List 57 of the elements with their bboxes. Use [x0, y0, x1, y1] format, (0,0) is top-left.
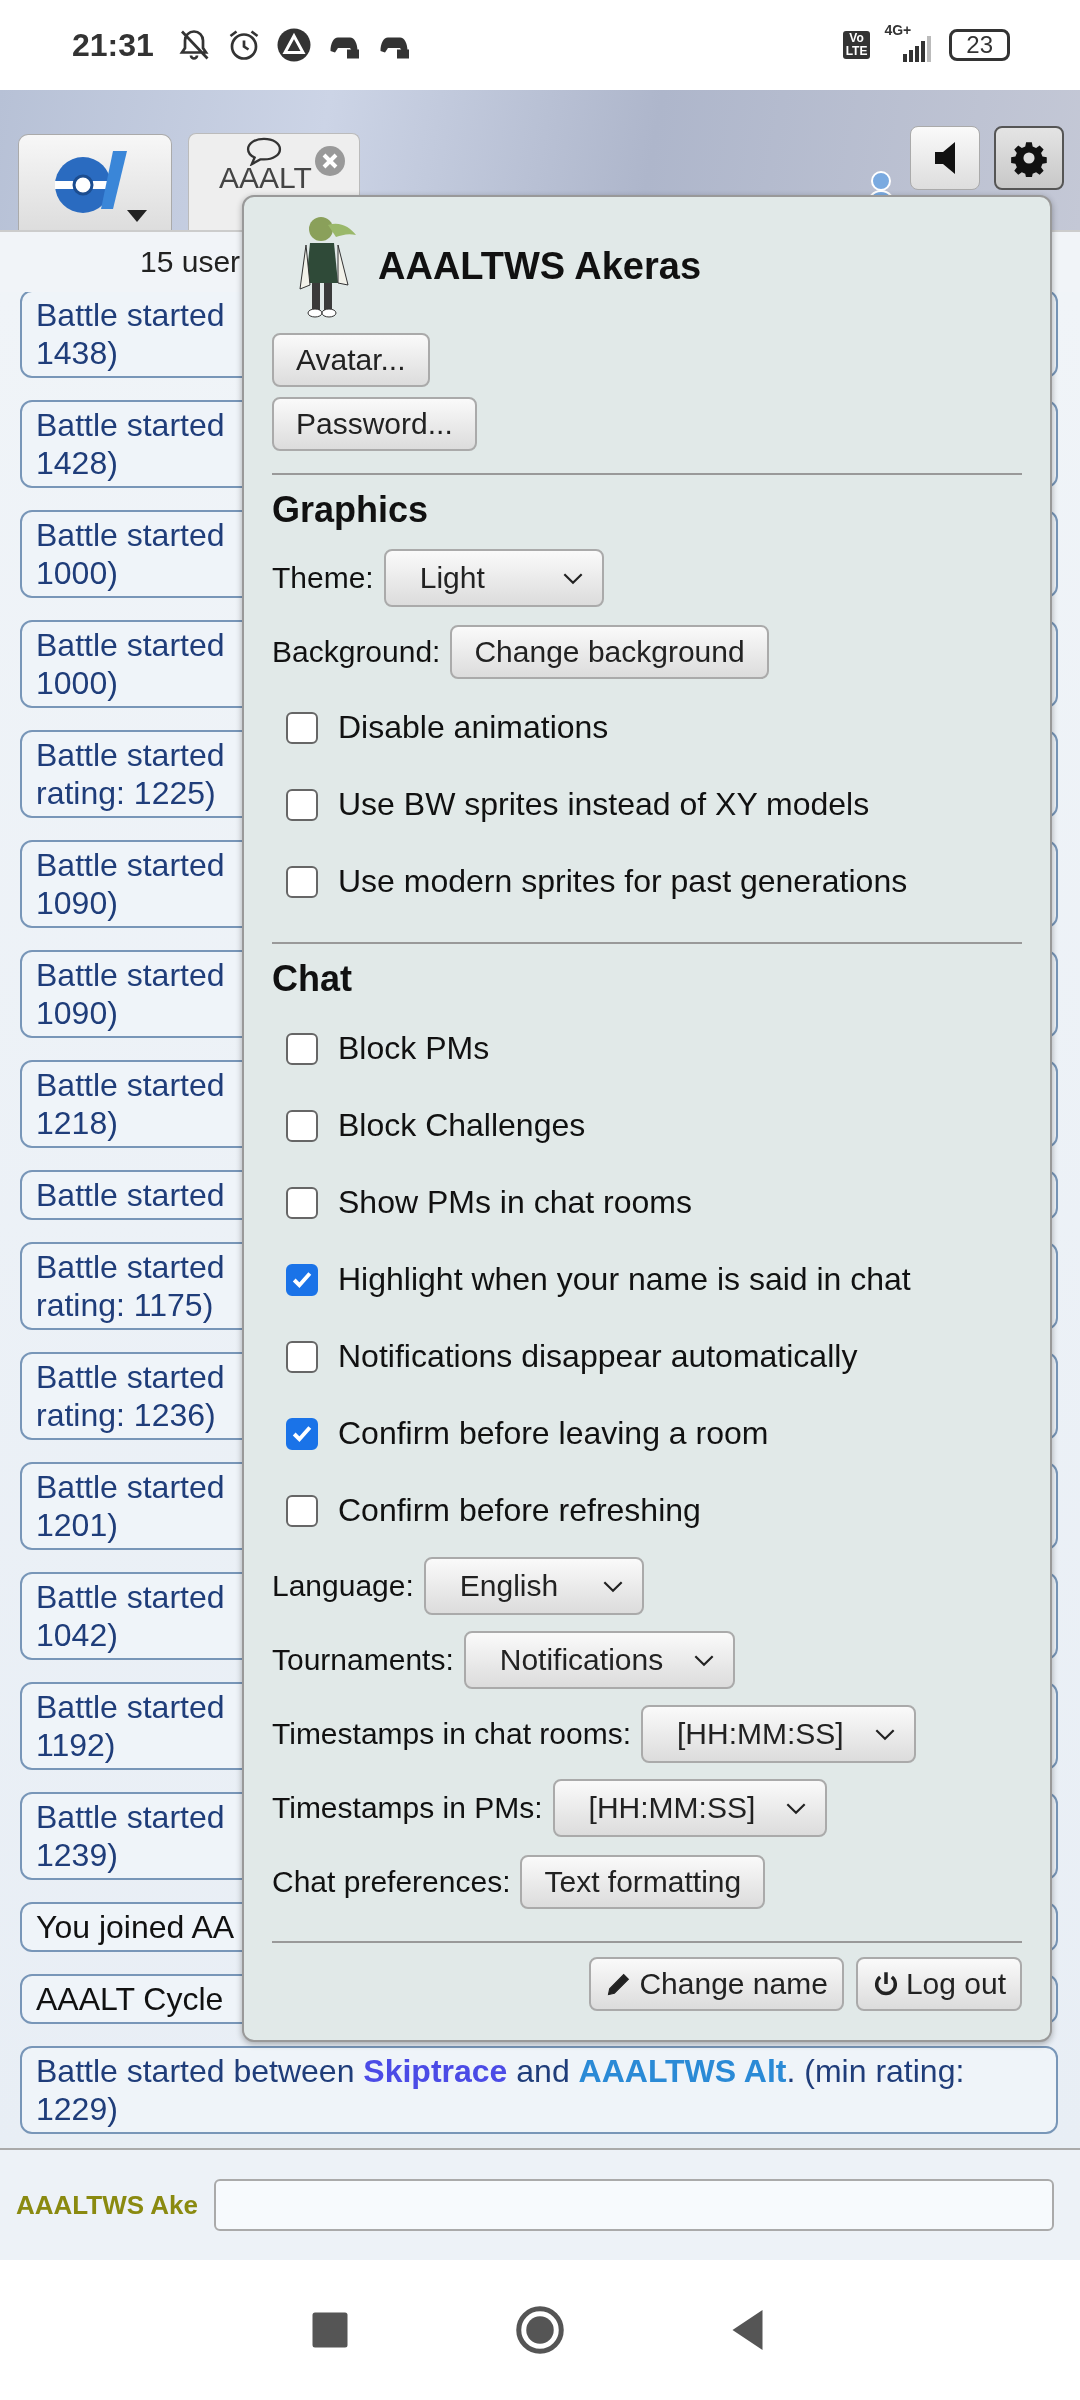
option-button[interactable]: Text formatting [520, 1855, 766, 1909]
chevron-icon [601, 1579, 624, 1593]
field-label: Timestamps in chat rooms: [272, 1717, 631, 1751]
checkbox-label: Block Challenges [338, 1107, 586, 1144]
user-count[interactable]: 15 user [140, 245, 241, 279]
message-input-field[interactable] [214, 2179, 1054, 2231]
option-button[interactable]: Change background [450, 625, 769, 679]
checkbox[interactable] [286, 865, 318, 898]
caret-icon [127, 210, 147, 222]
dropdown[interactable]: [HH:MM:SS] [552, 1779, 828, 1837]
triangle-logo-icon [275, 27, 312, 63]
account-button[interactable]: Avatar... [272, 333, 430, 387]
field-label: Timestamps in PMs: [272, 1791, 543, 1825]
checkbox[interactable] [286, 1032, 318, 1065]
chevron-icon [785, 1801, 808, 1815]
settings-icon [1010, 139, 1048, 177]
room-tab-label: AAALT [219, 162, 312, 194]
checkbox-label: Highlight when your name is said in chat [338, 1261, 911, 1298]
checkbox[interactable] [286, 1263, 318, 1296]
checkbox[interactable] [286, 1417, 318, 1450]
close-icon[interactable] [315, 146, 345, 176]
network-type: 4G+ [884, 22, 912, 38]
profile-username: AAALTWS Akeras [378, 244, 702, 288]
chat-username: AAALTWS Ake [16, 2189, 198, 2221]
speaker-icon [935, 142, 955, 174]
field-label: Background: [272, 635, 441, 669]
checkbox-label: Show PMs in chat rooms [338, 1184, 692, 1221]
main-menu-button[interactable] [18, 134, 172, 230]
checkbox-label: Confirm before refreshing [338, 1492, 701, 1529]
field-label: Language: [272, 1569, 414, 1603]
dropdown[interactable]: English [423, 1557, 644, 1615]
section-heading: Chat [272, 958, 353, 1000]
checkbox[interactable] [286, 1186, 318, 1219]
chevron-icon [561, 571, 584, 585]
checkbox[interactable] [286, 1494, 318, 1527]
dropdown[interactable]: [HH:MM:SS] [641, 1705, 916, 1763]
checkbox[interactable] [286, 1109, 318, 1142]
battery-indicator: 23 [949, 29, 1010, 61]
chevron-icon [693, 1653, 716, 1667]
checkbox[interactable] [286, 788, 318, 821]
home-icon[interactable] [515, 2305, 565, 2355]
dropdown[interactable]: Light [383, 549, 604, 607]
chevron-icon [873, 1727, 896, 1741]
change-name-button[interactable]: Change name [589, 1957, 844, 2011]
checkbox[interactable] [286, 1340, 318, 1373]
battle-message: Battle started between Skiptrace and AAALTWS Alt. (min rating: 1229) [20, 2046, 1058, 2134]
clock-time: 21:31 [72, 26, 154, 64]
dropdown[interactable]: Notifications [463, 1631, 736, 1689]
settings-button[interactable] [994, 126, 1064, 190]
field-label: Theme: [272, 561, 374, 595]
log-out-button[interactable]: Log out [855, 1957, 1022, 2011]
checkbox-label: Use modern sprites for past generations [338, 863, 908, 900]
volte-badge: Vo LTE [842, 31, 871, 59]
account-button[interactable]: Password... [272, 397, 477, 451]
sound-button[interactable] [910, 126, 980, 190]
chat-bubble-icon [244, 136, 284, 166]
checkbox[interactable] [286, 711, 318, 744]
